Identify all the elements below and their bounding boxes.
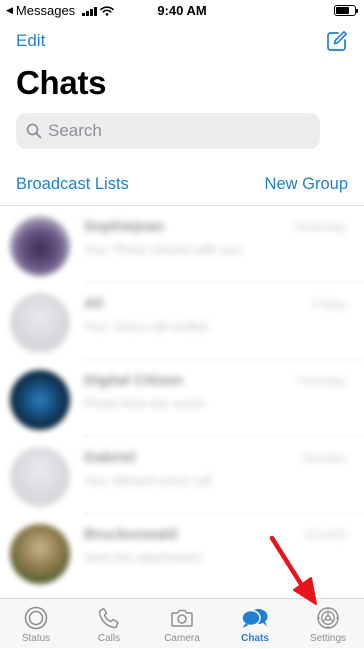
chat-list: Sophiejean You: Photo shared with you Ye… <box>0 206 364 598</box>
chat-time: Yesterday <box>293 220 346 234</box>
chat-name: Ali <box>84 295 104 312</box>
status-time: 9:40 AM <box>157 3 207 18</box>
search-icon <box>26 123 42 139</box>
camera-icon <box>171 609 193 627</box>
tab-calls-label: Calls <box>97 633 121 644</box>
chat-preview: You: Missed voice call <box>84 473 212 488</box>
phone-icon <box>98 607 119 629</box>
chat-name: Digital Citizen <box>84 372 184 389</box>
compose-icon[interactable] <box>326 30 348 52</box>
chat-time: Thursday <box>295 374 346 388</box>
tab-status-label: Status <box>21 633 51 644</box>
list-actions: Broadcast Lists New Group <box>16 175 348 197</box>
chat-row[interactable]: Bruckenwald Sent the attachment 9/14/20 <box>0 514 364 591</box>
chat-row[interactable]: Ali You: Voice call ended Friday <box>0 283 364 360</box>
tab-chats[interactable]: Chats <box>219 599 291 649</box>
chat-row[interactable]: Gabriel You: Missed voice call Monday <box>0 437 364 514</box>
avatar[interactable] <box>10 370 70 430</box>
chats-icon <box>241 609 268 628</box>
chat-name: Sophiejean <box>84 218 165 235</box>
chat-preview: Photo from the event <box>84 396 205 411</box>
tab-status[interactable]: Status <box>0 599 72 649</box>
gear-icon <box>317 607 339 629</box>
tab-calls[interactable]: Calls <box>73 599 145 649</box>
chat-row[interactable]: Digital Citizen Photo from the event Thu… <box>0 360 364 437</box>
new-group-link[interactable]: New Group <box>265 175 348 194</box>
tab-settings-label: Settings <box>309 633 347 644</box>
tab-settings[interactable]: Settings <box>292 599 364 649</box>
avatar[interactable] <box>10 216 70 276</box>
status-bar: ◀ Messages 9:40 AM <box>0 0 364 20</box>
chat-time: Friday <box>312 297 346 311</box>
chat-time: Monday <box>303 451 346 465</box>
tab-chats-label: Chats <box>241 633 269 644</box>
tab-bar: Status Calls Camera Chats Settings <box>0 598 364 648</box>
chat-name: Gabriel <box>84 449 136 466</box>
battery-icon <box>334 5 358 16</box>
chat-row[interactable]: Sophiejean You: Photo shared with you Ye… <box>0 206 364 283</box>
edit-button[interactable]: Edit <box>16 31 45 51</box>
chat-time: 9/14/20 <box>305 528 346 542</box>
tab-camera-label: Camera <box>164 633 200 644</box>
avatar[interactable] <box>10 524 70 584</box>
battery-level <box>336 7 349 14</box>
status-icon <box>24 606 48 630</box>
broadcast-lists-link[interactable]: Broadcast Lists <box>16 175 129 194</box>
avatar[interactable] <box>10 447 70 507</box>
search-bar[interactable] <box>16 113 320 149</box>
tab-camera[interactable]: Camera <box>146 599 218 649</box>
avatar[interactable] <box>10 293 70 353</box>
search-input[interactable] <box>48 121 298 141</box>
page-title: Chats <box>16 64 107 101</box>
chat-preview: You: Photo shared with you <box>84 242 242 257</box>
chat-name: Bruckenwald <box>84 526 178 543</box>
chat-preview: Sent the attachment <box>84 550 201 565</box>
chat-preview: You: Voice call ended <box>84 319 208 334</box>
